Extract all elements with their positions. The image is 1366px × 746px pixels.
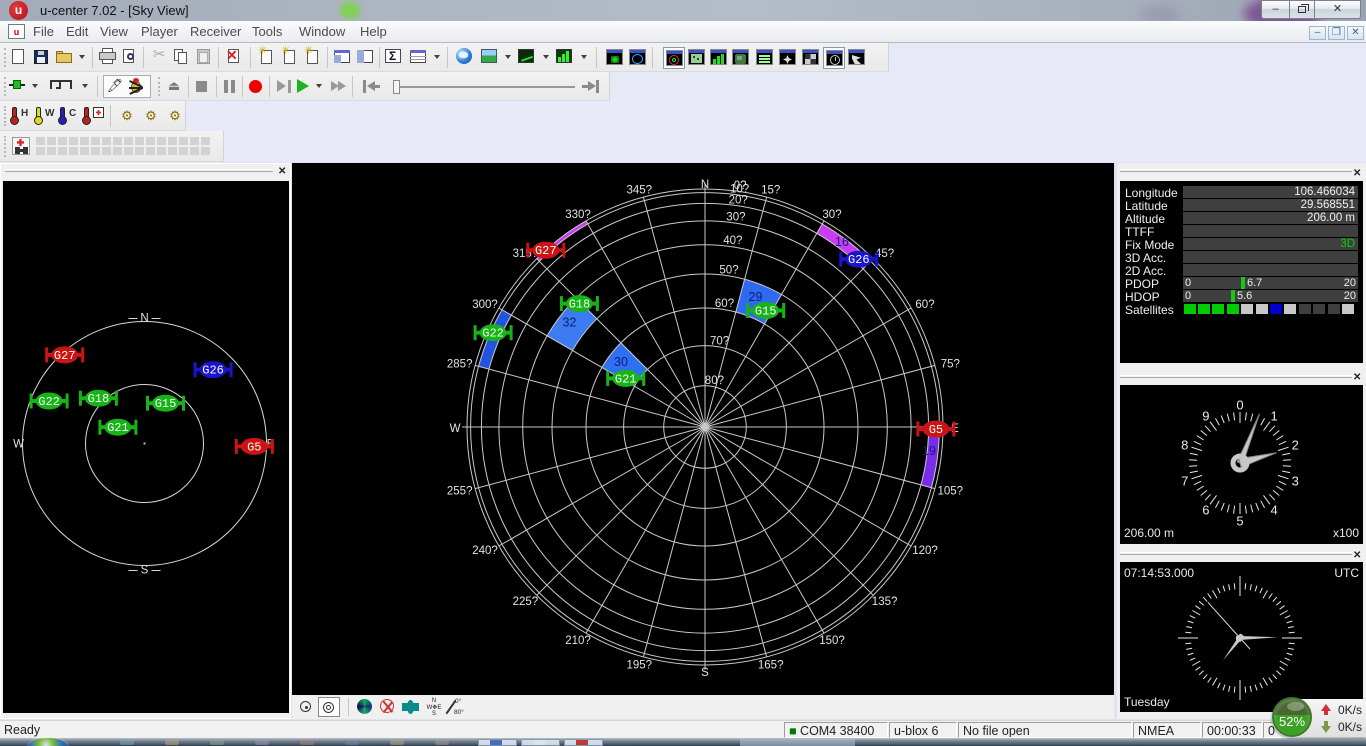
svg-text:16: 16 bbox=[835, 235, 849, 249]
svg-text:30?: 30? bbox=[822, 209, 841, 221]
svg-text:80?: 80? bbox=[705, 375, 724, 387]
svg-text:G15: G15 bbox=[755, 305, 777, 319]
svg-text:7: 7 bbox=[1181, 473, 1188, 488]
svg-text:50?: 50? bbox=[719, 264, 738, 276]
svg-text:6: 6 bbox=[1202, 502, 1209, 517]
svg-text:29: 29 bbox=[749, 290, 763, 304]
svg-text:G26: G26 bbox=[202, 364, 224, 378]
svg-text:255?: 255? bbox=[447, 486, 473, 498]
svg-text:15?: 15? bbox=[761, 184, 780, 196]
svg-text:32: 32 bbox=[563, 316, 577, 330]
svg-text:N: N bbox=[701, 179, 709, 191]
svg-text:225?: 225? bbox=[513, 596, 539, 608]
svg-text:70?: 70? bbox=[710, 335, 729, 347]
svg-text:Tuesday: Tuesday bbox=[1124, 695, 1170, 709]
svg-text:5: 5 bbox=[1236, 514, 1243, 529]
svg-text:105?: 105? bbox=[938, 486, 964, 498]
svg-text:9: 9 bbox=[1202, 409, 1209, 424]
svg-text:0: 0 bbox=[1236, 398, 1243, 413]
svg-text:G27: G27 bbox=[54, 349, 76, 363]
svg-text:40?: 40? bbox=[723, 235, 742, 247]
svg-text:G5: G5 bbox=[929, 423, 943, 437]
svg-text:G22: G22 bbox=[482, 327, 504, 341]
svg-text:G5: G5 bbox=[247, 440, 261, 454]
svg-text:210?: 210? bbox=[565, 635, 591, 647]
svg-text:G27: G27 bbox=[535, 244, 557, 258]
svg-text:60?: 60? bbox=[715, 298, 734, 310]
svg-text:60?: 60? bbox=[915, 299, 934, 311]
svg-text:30: 30 bbox=[614, 355, 628, 369]
svg-text:19: 19 bbox=[922, 444, 936, 458]
svg-text:300?: 300? bbox=[472, 299, 498, 311]
svg-text:N: N bbox=[140, 313, 148, 325]
svg-text:G26: G26 bbox=[848, 253, 870, 267]
svg-text:1: 1 bbox=[1270, 409, 1277, 424]
svg-text:20?: 20? bbox=[729, 194, 748, 206]
svg-text:206.00 m: 206.00 m bbox=[1124, 526, 1174, 540]
svg-text:07:14:53.000: 07:14:53.000 bbox=[1124, 566, 1194, 580]
svg-text:G22: G22 bbox=[38, 395, 60, 409]
svg-text:S: S bbox=[701, 667, 709, 679]
svg-text:G15: G15 bbox=[155, 397, 177, 411]
svg-text:75?: 75? bbox=[941, 358, 960, 370]
svg-text:S: S bbox=[141, 565, 149, 577]
svg-text:165?: 165? bbox=[758, 660, 784, 672]
svg-text:G18: G18 bbox=[88, 392, 110, 406]
svg-text:135?: 135? bbox=[872, 596, 898, 608]
svg-text:150?: 150? bbox=[819, 635, 845, 647]
svg-text:UTC: UTC bbox=[1334, 566, 1359, 580]
svg-text:330?: 330? bbox=[565, 209, 591, 221]
svg-text:120?: 120? bbox=[912, 545, 938, 557]
svg-text:195?: 195? bbox=[627, 660, 653, 672]
svg-text:G21: G21 bbox=[107, 421, 129, 435]
svg-text:240?: 240? bbox=[472, 545, 498, 557]
svg-text:345?: 345? bbox=[627, 184, 653, 196]
svg-text:3: 3 bbox=[1292, 473, 1299, 488]
svg-text:x100: x100 bbox=[1333, 526, 1359, 540]
svg-text:W: W bbox=[13, 439, 24, 451]
svg-text:2: 2 bbox=[1292, 438, 1299, 453]
svg-text:8: 8 bbox=[1181, 438, 1188, 453]
svg-text:30?: 30? bbox=[726, 212, 745, 224]
svg-text:W: W bbox=[450, 423, 461, 435]
svg-text:G18: G18 bbox=[569, 298, 591, 312]
svg-text:285?: 285? bbox=[447, 358, 473, 370]
svg-text:4: 4 bbox=[1270, 502, 1277, 517]
svg-text:G21: G21 bbox=[615, 372, 637, 386]
